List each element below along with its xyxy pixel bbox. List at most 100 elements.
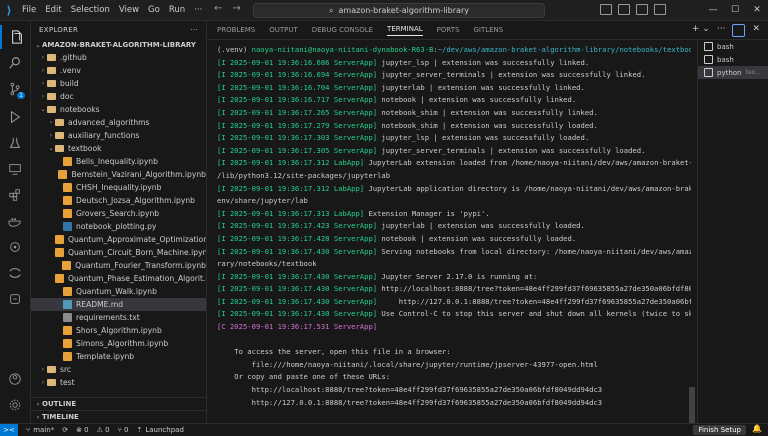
tree-item-label: requirements.txt bbox=[76, 313, 140, 322]
tree-file[interactable]: Deutsch_Jozsa_Algorithm.ipynb bbox=[31, 194, 206, 207]
terminal-instance[interactable]: python tex... bbox=[698, 66, 768, 79]
command-center[interactable]: ⌕ amazon-braket-algorithm-library bbox=[253, 3, 545, 18]
tree-folder[interactable]: › auxiliary_functions bbox=[31, 129, 206, 142]
terminal-text: notebook | extension was successfully li… bbox=[377, 95, 577, 105]
errors-status[interactable]: ⊗ 0 bbox=[76, 426, 89, 434]
tree-file[interactable]: Quantum_Approximate_Optimization... bbox=[31, 233, 206, 246]
gitlens-icon[interactable] bbox=[0, 235, 30, 259]
tree-file[interactable]: requirements.txt bbox=[31, 311, 206, 324]
terminal-line: [I 2025-09-01 19:36:17.265 ServerApp] no… bbox=[217, 107, 691, 120]
menu-run[interactable]: Run bbox=[169, 5, 185, 15]
window-controls: — ☐ ✕ bbox=[702, 0, 768, 20]
tree-folder[interactable]: › build bbox=[31, 77, 206, 90]
remote-explorer-icon[interactable] bbox=[0, 157, 30, 181]
tree-file[interactable]: Template.ipynb bbox=[31, 350, 206, 363]
tree-file[interactable]: Quantum_Circuit_Born_Machine.ipynb bbox=[31, 246, 206, 259]
docker-icon[interactable] bbox=[0, 209, 30, 233]
tree-file[interactable]: Quantum_Walk.ipynb bbox=[31, 285, 206, 298]
remote-indicator[interactable]: >< bbox=[0, 424, 18, 436]
menu-edit[interactable]: Edit bbox=[45, 5, 61, 15]
customize-layout-icon[interactable] bbox=[654, 4, 666, 15]
menu-bar: File Edit Selection View Go Run ··· bbox=[18, 5, 202, 15]
explorer-more-icon[interactable]: ··· bbox=[190, 26, 198, 34]
folder-icon bbox=[47, 67, 56, 74]
tree-folder[interactable]: ⌄ notebooks bbox=[31, 103, 206, 116]
tree-folder[interactable]: › .venv bbox=[31, 64, 206, 77]
menu-view[interactable]: View bbox=[119, 5, 139, 15]
sync-status[interactable]: ⟳ bbox=[62, 426, 68, 434]
tab-terminal[interactable]: TERMINAL bbox=[387, 25, 423, 36]
tree-folder[interactable]: › test bbox=[31, 376, 206, 389]
tree-file[interactable]: Quantum_Fourier_Transform.ipynb bbox=[31, 259, 206, 272]
finish-setup-button[interactable]: Finish Setup bbox=[693, 425, 746, 435]
tree-file[interactable]: Grovers_Search.ipynb bbox=[31, 207, 206, 220]
tree-folder[interactable]: › advanced_algorithms bbox=[31, 116, 206, 129]
arrow-left-icon[interactable]: ← bbox=[214, 3, 222, 14]
close-panel-icon[interactable]: ✕ bbox=[752, 24, 760, 37]
tree-file[interactable]: README.md bbox=[31, 298, 206, 311]
maximize-button[interactable]: ☐ bbox=[724, 0, 746, 20]
tree-file[interactable]: Quantum_Phase_Estimation_Algorit... bbox=[31, 272, 206, 285]
menu-go[interactable]: Go bbox=[148, 5, 160, 15]
tree-item-label: notebook_plotting.py bbox=[76, 222, 157, 231]
tab-output[interactable]: OUTPUT bbox=[269, 26, 298, 34]
terminal-text: jupyter_lsp | extension was successfully… bbox=[377, 133, 590, 143]
terminal-text: Serving notebooks from local directory: … bbox=[381, 246, 691, 256]
tab-gitlens[interactable]: GITLENS bbox=[473, 26, 503, 34]
settings-gear-icon[interactable] bbox=[0, 393, 30, 417]
run-debug-icon[interactable] bbox=[0, 105, 30, 129]
tree-file[interactable]: notebook_plotting.py bbox=[31, 220, 206, 233]
branch-status[interactable]: ⑂ main* bbox=[26, 426, 54, 434]
terminal-text: (.venv) bbox=[217, 45, 252, 54]
menu-more[interactable]: ··· bbox=[194, 5, 202, 15]
tab-ports[interactable]: PORTS bbox=[437, 26, 460, 34]
notifications-bell-icon[interactable]: 🔔 bbox=[752, 424, 762, 433]
terminal-instance[interactable]: bash bbox=[698, 40, 768, 53]
tree-file[interactable]: Bells_Inequality.ipynb bbox=[31, 155, 206, 168]
workspace-root[interactable]: ⌄ AMAZON-BRAKET-ALGORITHM-LIBRARY bbox=[31, 39, 206, 51]
menu-selection[interactable]: Selection bbox=[71, 5, 110, 15]
extensions-icon[interactable] bbox=[0, 183, 30, 207]
terminal-line: [I 2025-09-01 19:36:17.430 ServerApp] Ju… bbox=[217, 271, 691, 284]
terminal-instance[interactable]: bash bbox=[698, 53, 768, 66]
tree-folder[interactable]: › doc bbox=[31, 90, 206, 103]
tree-file[interactable]: Simons_Algorithm.ipynb bbox=[31, 337, 206, 350]
panel-more-icon[interactable]: ··· bbox=[717, 24, 726, 37]
tab-debug-console[interactable]: DEBUG CONSOLE bbox=[312, 26, 373, 34]
terminal-output[interactable]: (.venv) naoya-niitani@naoya-niitani-dyna… bbox=[207, 40, 691, 423]
tree-file[interactable]: Shors_Algorithm.ipynb bbox=[31, 324, 206, 337]
terminal-text: [I 2025-09-01 19:36:17.430 ServerApp] bbox=[217, 296, 378, 306]
outline-section[interactable]: › OUTLINE bbox=[31, 397, 206, 410]
new-terminal-button[interactable]: + ⌄ bbox=[692, 24, 710, 37]
account-icon[interactable] bbox=[0, 367, 30, 391]
menu-file[interactable]: File bbox=[22, 5, 36, 15]
toggle-panel-icon[interactable] bbox=[618, 4, 630, 15]
python-icon[interactable] bbox=[0, 287, 30, 311]
toggle-secondary-sidebar-icon[interactable] bbox=[636, 4, 648, 15]
warnings-status[interactable]: ⚠ 0 bbox=[97, 426, 110, 434]
tree-folder[interactable]: › .github bbox=[31, 51, 206, 64]
launchpad-status[interactable]: ⇡ Launchpad bbox=[136, 426, 183, 434]
tab-problems[interactable]: PROBLEMS bbox=[217, 26, 255, 34]
testing-icon[interactable] bbox=[0, 131, 30, 155]
maximize-panel-icon[interactable] bbox=[732, 24, 746, 37]
toggle-sidebar-icon[interactable] bbox=[600, 4, 612, 15]
minimize-button[interactable]: — bbox=[702, 0, 724, 20]
source-control-icon[interactable]: 1 bbox=[0, 77, 30, 101]
ports-status[interactable]: ⑂ 0 bbox=[118, 426, 129, 434]
close-button[interactable]: ✕ bbox=[746, 0, 768, 20]
tree-file[interactable]: CHSH_Inequality.ipynb bbox=[31, 181, 206, 194]
arrow-right-icon[interactable]: → bbox=[232, 3, 240, 14]
ipynb-file-icon bbox=[55, 248, 64, 257]
search-view-icon[interactable] bbox=[0, 51, 30, 75]
explorer-icon[interactable] bbox=[0, 25, 32, 49]
terminal-line: [I 2025-09-01 19:36:17.313 LabApp] Exten… bbox=[217, 208, 691, 221]
terminal-list: bash bash python tex... bbox=[697, 40, 768, 423]
timeline-section[interactable]: › TIMELINE bbox=[31, 410, 206, 423]
tree-folder[interactable]: › src bbox=[31, 363, 206, 376]
tree-file[interactable]: Bernstein_Vazirani_Algorithm.ipynb bbox=[31, 168, 206, 181]
tree-folder[interactable]: ⌄ textbook bbox=[31, 142, 206, 155]
jupyter-icon[interactable] bbox=[0, 261, 30, 285]
terminal-scrollbar[interactable] bbox=[689, 387, 695, 423]
folder-icon bbox=[55, 145, 64, 152]
